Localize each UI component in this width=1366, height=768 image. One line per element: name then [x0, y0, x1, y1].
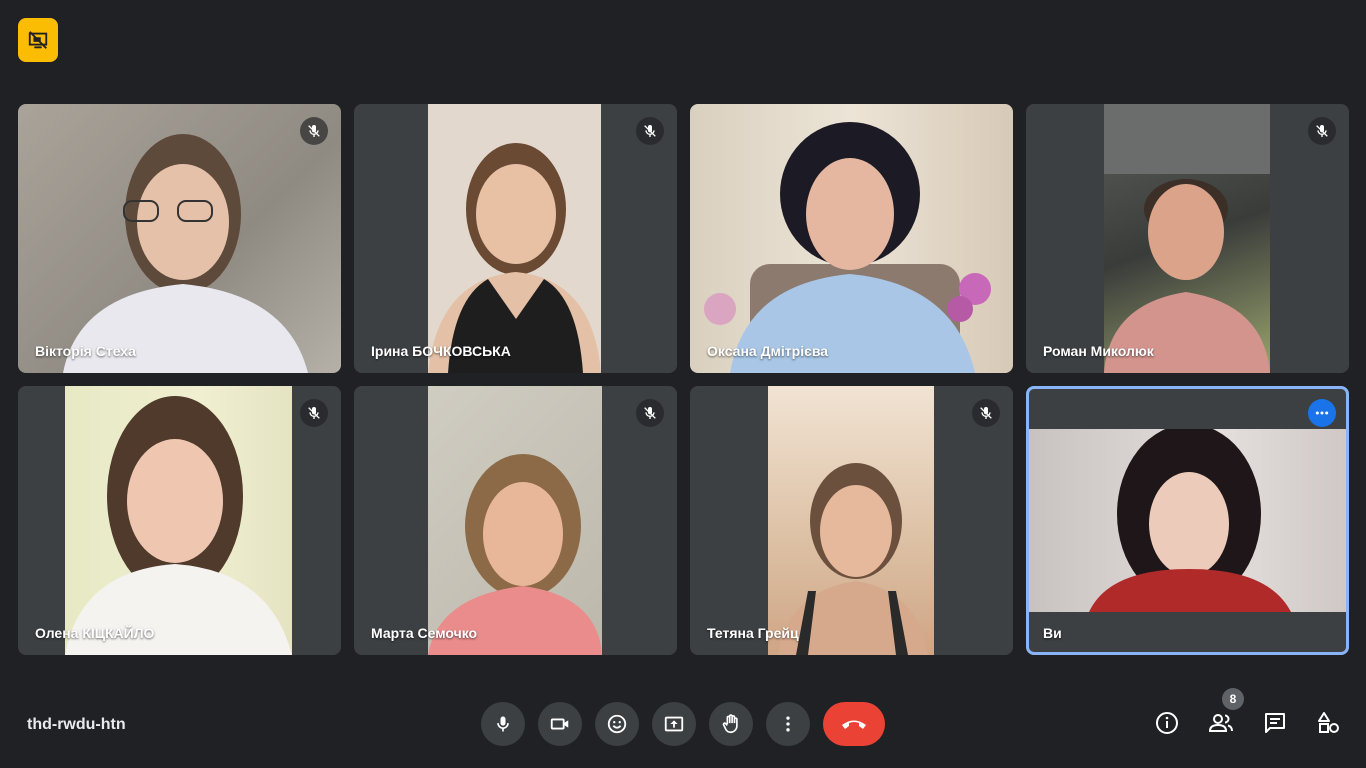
participant-video [65, 396, 292, 655]
emoji-icon [607, 714, 627, 734]
activities-button[interactable] [1316, 710, 1342, 736]
participant-video [428, 143, 601, 373]
activities-icon [1318, 712, 1339, 733]
mic-off-icon [972, 399, 1000, 427]
more-options-button[interactable] [766, 702, 810, 746]
people-button[interactable] [1208, 710, 1234, 736]
video-feed [65, 386, 292, 655]
video-feed [18, 104, 341, 373]
participant-video [704, 122, 991, 373]
participant-tile[interactable]: Олена КІЦКАЙЛО [18, 386, 341, 655]
people-icon [1208, 714, 1233, 732]
side-panel-controls [1154, 710, 1342, 736]
mic-off-icon [636, 399, 664, 427]
chat-button[interactable] [1262, 710, 1288, 736]
camera-button[interactable] [538, 702, 582, 746]
video-feed [428, 104, 601, 373]
participant-tile[interactable]: Ірина БОЧКОВСЬКА [354, 104, 677, 373]
participant-count-badge: 8 [1222, 688, 1244, 710]
hang-up-button[interactable] [823, 702, 885, 746]
mic-off-icon [1308, 117, 1336, 145]
mic-off-icon [300, 117, 328, 145]
microphone-icon [497, 716, 509, 732]
present-screen-icon [664, 716, 684, 732]
info-button[interactable] [1154, 710, 1180, 736]
raise-hand-icon [722, 714, 738, 734]
participant-tile[interactable]: Тетяна Грейц [690, 386, 1013, 655]
more-options-icon [786, 716, 790, 732]
microphone-button[interactable] [481, 702, 525, 746]
emoji-button[interactable] [595, 702, 639, 746]
participant-name: Марта Семочко [371, 625, 478, 641]
present-screen-button[interactable] [652, 702, 696, 746]
participant-tile[interactable]: Оксана Дмітрієва [690, 104, 1013, 373]
participant-name: Ви [1043, 625, 1062, 641]
more-options-icon[interactable] [1308, 399, 1336, 427]
no-present-icon [28, 31, 48, 49]
video-feed [768, 386, 934, 655]
self-tile[interactable]: Ви [1026, 386, 1349, 655]
self-video-feed [1029, 429, 1346, 612]
participant-video [1089, 429, 1291, 612]
participant-name: Тетяна Грейц [707, 625, 799, 641]
participant-video [63, 134, 308, 373]
mic-off-icon [300, 399, 328, 427]
chat-icon [1265, 713, 1285, 733]
video-feed [690, 104, 1013, 373]
hang-up-icon [842, 720, 866, 729]
video-feed [1104, 104, 1270, 373]
participant-name: Вікторія Стеха [35, 343, 136, 359]
participant-name: Олена КІЦКАЙЛО [35, 625, 155, 641]
mic-off-icon [636, 117, 664, 145]
camera-icon [550, 718, 569, 730]
info-icon [1156, 712, 1178, 734]
participant-tile[interactable]: Вікторія Стеха [18, 104, 341, 373]
bottom-toolbar: thd-rwdu-htn [0, 688, 1366, 768]
presentation-blocked-badge[interactable] [18, 18, 58, 62]
participant-tile[interactable]: Марта Семочко [354, 386, 677, 655]
participant-video [1104, 104, 1270, 373]
participant-name: Ірина БОЧКОВСЬКА [371, 343, 511, 359]
participant-video [778, 463, 928, 655]
participant-video [428, 454, 602, 655]
participant-name: Оксана Дмітрієва [707, 343, 829, 359]
call-controls [481, 702, 885, 746]
raise-hand-button[interactable] [709, 702, 753, 746]
participant-tile[interactable]: Роман Миколюк [1026, 104, 1349, 373]
video-feed [428, 386, 602, 655]
video-grid: Вікторія Стеха Ірина БОЧКОВСЬКА Оксана Д… [18, 104, 1349, 655]
participant-name: Роман Миколюк [1043, 343, 1154, 359]
meeting-code: thd-rwdu-htn [27, 716, 126, 733]
